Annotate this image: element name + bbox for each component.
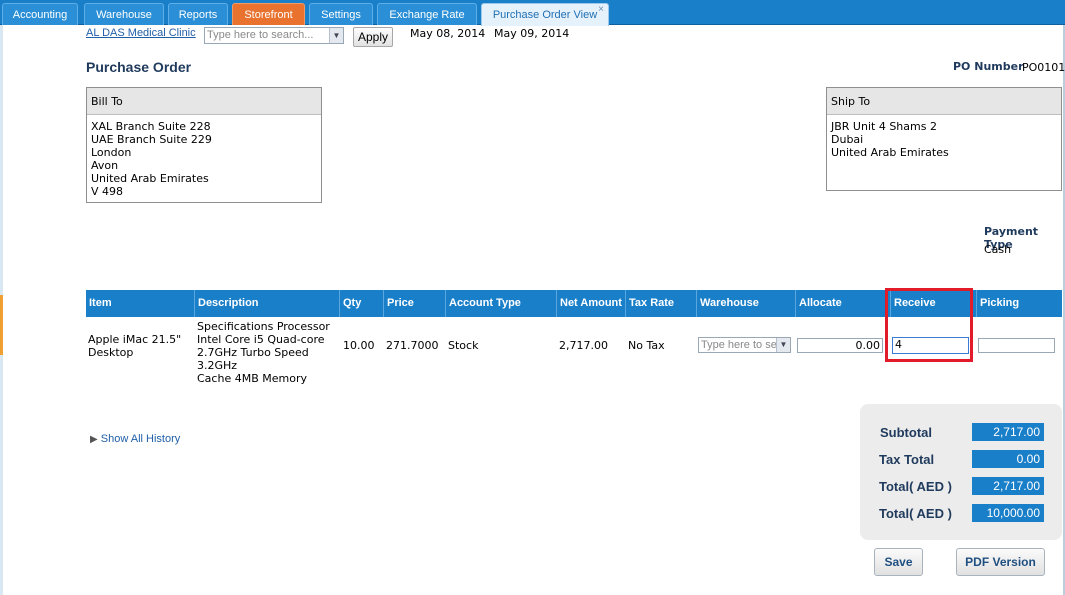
description-cell: Specifications Processor Intel Core i5 Q…: [197, 320, 342, 385]
column-header: Account Type: [445, 290, 556, 317]
item-name: Desktop: [88, 346, 134, 359]
bill-to-heading: Bill To: [87, 88, 321, 115]
address-line: XAL Branch Suite 228: [91, 120, 211, 133]
tab-label: Settings: [321, 9, 361, 21]
tab-storefront[interactable]: Storefront: [232, 3, 305, 25]
tab-label: Accounting: [12, 9, 68, 21]
receive-highlight-box: [885, 288, 973, 362]
net-amount-cell: 2,717.00: [559, 339, 608, 352]
address-line: Avon: [91, 159, 119, 172]
edge-marker: [0, 295, 3, 355]
picking-input[interactable]: [978, 338, 1055, 353]
search-select[interactable]: Type here to search... ▼: [204, 27, 344, 44]
account-type-cell: Stock: [448, 339, 479, 352]
tax-total-label: Tax Total: [879, 452, 935, 467]
total-aed-label: Total( AED ): [879, 506, 952, 521]
po-number-value: PO0101: [1022, 61, 1065, 74]
total-aed-label: Total( AED ): [879, 479, 952, 494]
description-line: 2.7GHz Turbo Speed 3.2GHz: [197, 346, 309, 372]
chevron-down-icon[interactable]: ▼: [776, 338, 790, 352]
vendor-link[interactable]: AL DAS Medical Clinic: [86, 27, 196, 39]
item-cell: Apple iMac 21.5" Desktop: [88, 333, 192, 359]
tab-label: Purchase Order View: [492, 9, 598, 21]
column-header: Qty: [339, 290, 383, 317]
end-date: May 09, 2014: [494, 27, 570, 40]
tab-label: Exchange Rate: [389, 9, 465, 21]
tab-label: Warehouse: [96, 9, 152, 21]
column-header: Net Amount: [556, 290, 625, 317]
bill-to-address: XAL Branch Suite 228 UAE Branch Suite 22…: [87, 115, 321, 203]
column-header: Allocate: [795, 290, 890, 317]
tab-label: Reports: [178, 9, 218, 21]
description-line: Cache 4MB Memory: [197, 372, 307, 385]
tab-label: Storefront: [244, 9, 293, 21]
address-line: V 498: [91, 185, 124, 198]
warehouse-select[interactable]: Type here to search... ▼: [698, 337, 791, 353]
search-placeholder: Type here to search...: [207, 29, 314, 41]
total-aed-value: 2,717.00: [972, 477, 1044, 495]
ship-to-address: JBR Unit 4 Shams 2 Dubai United Arab Emi…: [827, 115, 1061, 164]
tab-reports[interactable]: Reports: [168, 3, 228, 25]
triangle-right-icon: ▶: [90, 434, 98, 445]
address-line: London: [91, 146, 132, 159]
column-header: Price: [383, 290, 445, 317]
qty-cell: 10.00: [343, 339, 375, 352]
ship-to-box: Ship To JBR Unit 4 Shams 2 Dubai United …: [826, 87, 1062, 191]
address-line: United Arab Emirates: [831, 146, 949, 159]
show-history-label: Show All History: [100, 433, 181, 445]
close-icon[interactable]: ×: [598, 0, 604, 21]
price-cell: 271.7000: [386, 339, 439, 352]
description-line: Intel Core i5 Quad-core: [197, 333, 325, 346]
apply-button[interactable]: Apply: [353, 27, 393, 47]
address-line: Dubai: [831, 133, 864, 146]
start-date: May 08, 2014: [410, 27, 486, 40]
address-line: United Arab Emirates: [91, 172, 209, 185]
subtotal-value: 2,717.00: [972, 423, 1044, 441]
subtotal-label: Subtotal: [880, 425, 932, 440]
tax-total-value: 0.00: [972, 450, 1044, 468]
address-line: JBR Unit 4 Shams 2: [831, 120, 937, 133]
column-header: Tax Rate: [625, 290, 696, 317]
tab-bar: Accounting Warehouse Reports Storefront …: [0, 0, 1065, 26]
chevron-down-icon[interactable]: ▼: [329, 28, 343, 43]
address-line: UAE Branch Suite 229: [91, 133, 212, 146]
tab-exchange-rate[interactable]: Exchange Rate: [377, 3, 477, 25]
tab-purchase-order-view[interactable]: Purchase Order View ×: [481, 3, 609, 26]
ship-to-heading: Ship To: [827, 88, 1061, 115]
pdf-version-button[interactable]: PDF Version: [956, 548, 1045, 576]
tab-warehouse[interactable]: Warehouse: [84, 3, 164, 25]
column-header: Description: [194, 290, 339, 317]
page-title: Purchase Order: [86, 59, 192, 75]
column-header: Warehouse: [696, 290, 795, 317]
show-history-toggle[interactable]: ▶ Show All History: [90, 433, 180, 445]
allocate-input[interactable]: 0.00: [797, 338, 883, 353]
column-header: Picking: [976, 290, 1062, 317]
payment-type-value: Cash: [984, 243, 1012, 256]
column-header: Item: [89, 297, 112, 309]
tax-rate-cell: No Tax: [628, 339, 665, 352]
po-number-label: PO Number: [953, 60, 1024, 73]
left-edge-strip: [0, 25, 3, 595]
tab-accounting[interactable]: Accounting: [2, 3, 78, 25]
item-name: Apple iMac 21.5": [88, 333, 182, 346]
total-aed-value: 10,000.00: [972, 504, 1044, 522]
tab-settings[interactable]: Settings: [309, 3, 373, 25]
save-button[interactable]: Save: [874, 548, 923, 576]
description-line: Specifications Processor: [197, 320, 330, 333]
bill-to-box: Bill To XAL Branch Suite 228 UAE Branch …: [86, 87, 322, 203]
